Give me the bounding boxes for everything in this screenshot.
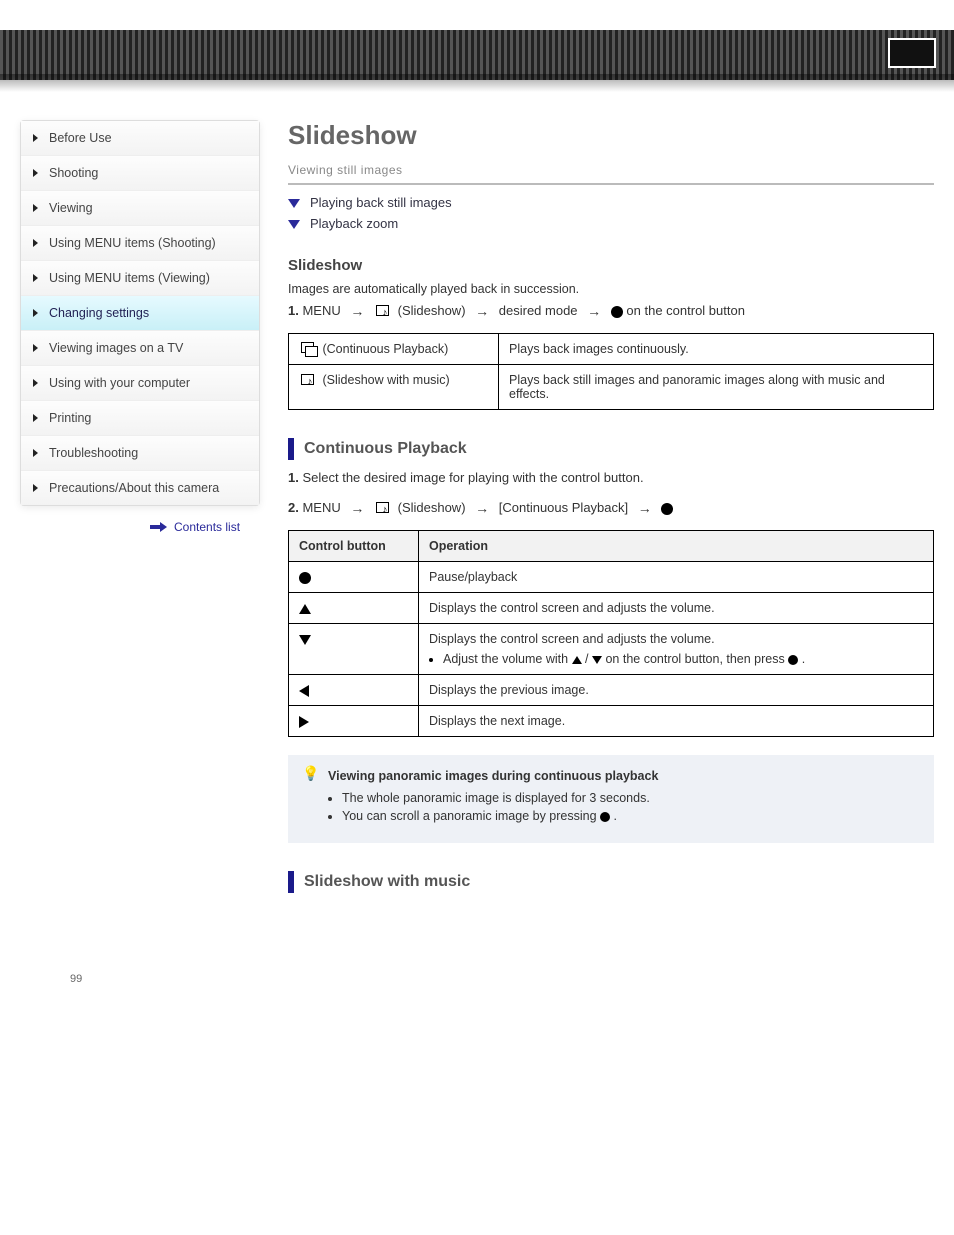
mode-desc: Plays back still images and panoramic im…	[499, 365, 934, 410]
hint-box: 💡 Viewing panoramic images during contin…	[288, 755, 934, 843]
contents-list-link[interactable]: Contents list	[20, 516, 288, 538]
bullet-icon	[429, 658, 433, 662]
sidebar-footer-links: Contents list	[20, 516, 288, 538]
sidebar-item-printing[interactable]: Printing	[21, 401, 259, 436]
left-button-icon	[299, 685, 309, 697]
step-text: (Slideshow)	[398, 303, 470, 318]
down-button-icon	[299, 635, 311, 645]
hint-line-pre: You can scroll a panoramic image by pres…	[342, 809, 600, 823]
slideshow-mode-table: (Continuous Playback) Plays back images …	[288, 333, 934, 411]
op-text: Displays the previous image.	[419, 674, 934, 705]
op-note-pre: Adjust the volume with	[443, 652, 572, 666]
collapser-label: Playback zoom	[310, 216, 398, 231]
collapser-label: Playing back still images	[310, 195, 452, 210]
sidebar-item-menu-shooting[interactable]: Using MENU items (Shooting)	[21, 226, 259, 261]
sidebar-nav: Before Use Shooting Viewing Using MENU i…	[20, 120, 260, 506]
sidebar-item-before-use[interactable]: Before Use	[21, 121, 259, 156]
slash: /	[585, 652, 592, 666]
op-text: Displays the control screen and adjusts …	[419, 592, 934, 623]
continuous-playback-icon	[301, 342, 317, 356]
step-text: [Continuous Playback]	[499, 500, 632, 515]
subheading-bar-icon	[288, 871, 294, 893]
arrow-right-icon	[150, 522, 168, 532]
op-text: Displays the next image.	[419, 705, 934, 736]
control-button-table: Control button Operation Pause/playback …	[288, 530, 934, 737]
chevron-down-icon	[288, 199, 300, 208]
th-control-button: Control button	[289, 530, 419, 561]
sidebar-item-computer[interactable]: Using with your computer	[21, 366, 259, 401]
step-text: Select the desired image for playing wit…	[302, 470, 643, 485]
subheading-text: Continuous Playback	[304, 440, 467, 458]
hint-line: The whole panoramic image is displayed f…	[342, 791, 918, 805]
page-title: Slideshow	[288, 120, 934, 151]
sidebar-item-changing-settings[interactable]: Changing settings	[21, 296, 259, 331]
hint-bulb-icon: 💡	[302, 765, 319, 782]
op-note-mid: on the control button, then press	[605, 652, 788, 666]
th-operation: Operation	[419, 530, 934, 561]
slideshow-icon	[376, 305, 392, 319]
center-button-icon	[600, 812, 610, 822]
center-button-icon	[788, 655, 798, 665]
table-row: (Continuous Playback) Plays back images …	[289, 333, 934, 365]
step-number: 2.	[288, 500, 299, 515]
op-text: Pause/playback	[419, 561, 934, 592]
slideshow-music-icon	[301, 374, 317, 388]
right-button-icon	[299, 716, 309, 728]
op-note-end: .	[802, 652, 805, 666]
section-heading-slideshow: Slideshow	[288, 257, 934, 274]
up-button-icon	[572, 656, 582, 664]
center-button-icon	[299, 572, 311, 584]
sidebar-item-troubleshooting[interactable]: Troubleshooting	[21, 436, 259, 471]
step-number: 1.	[288, 470, 299, 485]
section-intro: Images are automatically played back in …	[288, 282, 934, 296]
table-row: Pause/playback	[289, 561, 934, 592]
center-button-icon	[661, 503, 673, 515]
table-row: Displays the next image.	[289, 705, 934, 736]
step-cp-2: 2. MENU → (Slideshow) → [Continuous Play…	[288, 499, 934, 516]
sidebar-item-viewing[interactable]: Viewing	[21, 191, 259, 226]
slideshow-icon	[376, 502, 392, 516]
table-header-row: Control button Operation	[289, 530, 934, 561]
sidebar-item-precautions[interactable]: Precautions/About this camera	[21, 471, 259, 505]
step-text: on the control button	[626, 303, 745, 318]
down-button-icon	[592, 656, 602, 664]
up-button-icon	[299, 604, 311, 614]
subheading-bar-icon	[288, 438, 294, 460]
step-text: desired mode	[499, 303, 581, 318]
table-row: Displays the control screen and adjusts …	[289, 623, 934, 674]
collapser-playback-still[interactable]: Playing back still images	[288, 195, 934, 210]
step-text: (Slideshow)	[398, 500, 470, 515]
hint-line-end: .	[614, 809, 617, 823]
mode-desc: Plays back images continuously.	[499, 333, 934, 365]
sidebar-item-tv[interactable]: Viewing images on a TV	[21, 331, 259, 366]
category-label: Viewing still images	[288, 159, 934, 185]
step-text: MENU	[302, 303, 344, 318]
table-row: (Slideshow with music) Plays back still …	[289, 365, 934, 410]
contents-list-label: Contents list	[174, 520, 240, 534]
hint-title: Viewing panoramic images during continuo…	[328, 769, 918, 783]
hint-line: You can scroll a panoramic image by pres…	[342, 809, 918, 823]
mode-label: (Continuous Playback)	[322, 342, 448, 356]
subheading-continuous: Continuous Playback	[288, 438, 934, 460]
table-row: Displays the previous image.	[289, 674, 934, 705]
mode-label: (Slideshow with music)	[322, 373, 449, 387]
chevron-down-icon	[288, 220, 300, 229]
collapser-playback-zoom[interactable]: Playback zoom	[288, 216, 934, 231]
step-number: 1.	[288, 303, 299, 318]
subheading-music: Slideshow with music	[288, 871, 934, 893]
table-row: Displays the control screen and adjusts …	[289, 592, 934, 623]
step-1-path: 1. MENU → (Slideshow) → desired mode → o…	[288, 302, 934, 319]
header-box-icon	[888, 38, 936, 68]
sidebar-item-menu-viewing[interactable]: Using MENU items (Viewing)	[21, 261, 259, 296]
page-number: 99	[70, 973, 954, 985]
center-button-icon	[611, 306, 623, 318]
step-cp-1: 1. Select the desired image for playing …	[288, 470, 934, 485]
main-content: Slideshow Viewing still images Playing b…	[288, 120, 934, 903]
op-text: Displays the control screen and adjusts …	[429, 632, 923, 646]
subheading-text: Slideshow with music	[304, 873, 470, 891]
sidebar-item-shooting[interactable]: Shooting	[21, 156, 259, 191]
step-text: MENU	[302, 500, 344, 515]
header-bar	[0, 30, 954, 80]
